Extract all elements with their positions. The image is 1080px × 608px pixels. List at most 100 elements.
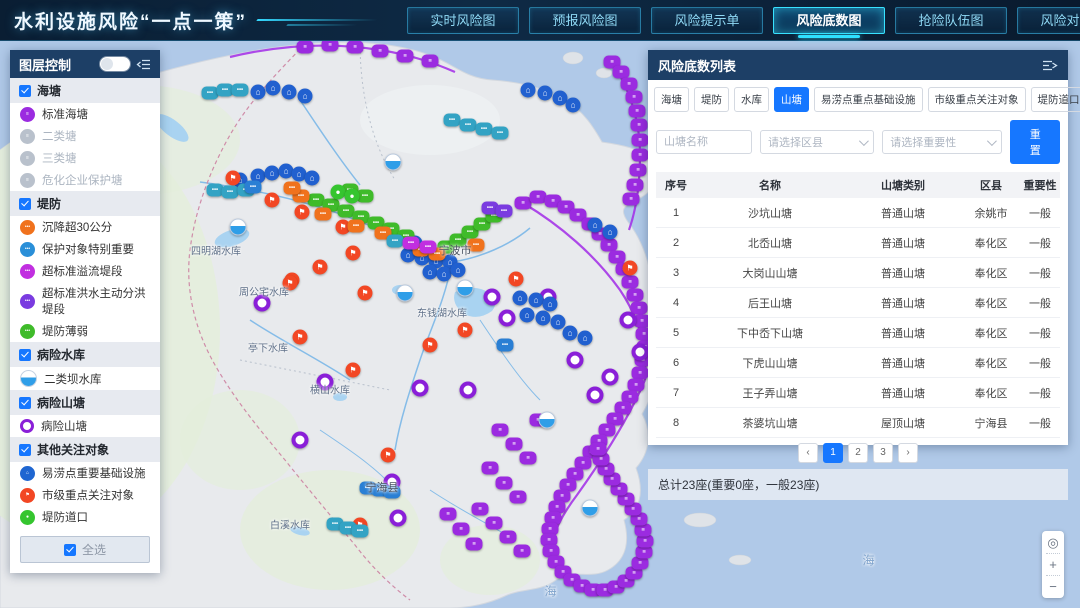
map-marker-ring[interactable]: [254, 295, 271, 312]
map-marker-sw[interactable]: ≡: [486, 517, 503, 530]
table-row[interactable]: 7 王子弄山塘 普通山塘 奉化区 一般: [656, 378, 1060, 408]
map-marker-sw[interactable]: ≡: [590, 443, 607, 456]
map-marker-ring[interactable]: [587, 387, 604, 404]
map-marker-sw[interactable]: ≡: [626, 91, 643, 104]
map-marker-lvb[interactable]: •••: [497, 339, 514, 352]
nav-button[interactable]: 风险底数图: [773, 7, 885, 34]
category-tab[interactable]: 市级重点关注对象: [928, 87, 1026, 112]
map-marker-fl[interactable]: ⌂: [266, 81, 281, 96]
map-marker-cf[interactable]: ⚑: [283, 276, 298, 291]
map-marker-lvo[interactable]: •••: [284, 182, 301, 195]
map-marker-cf[interactable]: ⚑: [226, 171, 241, 186]
map-marker-lvo[interactable]: •••: [315, 208, 332, 221]
checkbox-checked-icon[interactable]: [19, 349, 31, 361]
pond-name-input[interactable]: [656, 130, 752, 154]
layer-section-header[interactable]: 其他关注对象: [10, 437, 160, 462]
table-row[interactable]: 6 下虎山山塘 普通山塘 奉化区 一般: [656, 348, 1060, 378]
category-tab[interactable]: 易涝点重点基础设施: [814, 87, 923, 112]
map-marker-ring[interactable]: [620, 312, 637, 329]
category-tab[interactable]: 堤防道口: [1031, 87, 1080, 112]
map-marker-fl[interactable]: ⌂: [451, 263, 466, 278]
layer-item[interactable]: ••• 沉降超30公分: [10, 216, 160, 238]
map-marker-cf[interactable]: ⚑: [623, 261, 638, 276]
table-row[interactable]: 8 茶婆坑山塘 屋顶山塘 宁海县 一般: [656, 408, 1060, 438]
map-marker-sw[interactable]: ≡: [631, 119, 648, 132]
map-marker-sw[interactable]: ≡: [520, 452, 537, 465]
map-marker-ring[interactable]: [499, 310, 516, 327]
map-marker-lvp[interactable]: •••: [496, 205, 513, 218]
layer-item[interactable]: ⚑ 市级重点关注对象: [10, 484, 160, 506]
nav-button[interactable]: 风险提示单: [651, 7, 763, 34]
table-row[interactable]: 2 北岙山塘 普通山塘 奉化区 一般: [656, 228, 1060, 258]
map-marker-fl[interactable]: ⌂: [536, 311, 551, 326]
map-marker-ring[interactable]: [567, 352, 584, 369]
map-marker-fl[interactable]: ⌂: [529, 293, 544, 308]
map-marker-res[interactable]: [230, 219, 247, 236]
map-marker-fl[interactable]: ⌂: [305, 171, 320, 186]
map-marker-ring[interactable]: [412, 380, 429, 397]
map-marker-sw[interactable]: ≡: [622, 276, 639, 289]
map-marker-ring[interactable]: [390, 510, 407, 527]
map-marker-fl[interactable]: ⌂: [578, 331, 593, 346]
checkbox-checked-icon[interactable]: [19, 397, 31, 409]
map-marker-fl[interactable]: ⌂: [251, 85, 266, 100]
map-marker-sw[interactable]: ≡: [440, 508, 457, 521]
map-marker-ring[interactable]: [484, 289, 501, 306]
map-marker-sw[interactable]: ≡: [466, 538, 483, 551]
checkbox-checked-icon[interactable]: [19, 85, 31, 97]
map-marker-sw[interactable]: ≡: [629, 105, 646, 118]
map-marker-sw[interactable]: ≡: [492, 424, 509, 437]
layer-section-header[interactable]: 病险山塘: [10, 390, 160, 415]
map-marker-ring[interactable]: [317, 374, 334, 391]
layer-item[interactable]: ⌂ 易涝点重要基础设施: [10, 462, 160, 484]
map-marker-fl[interactable]: ⌂: [603, 225, 618, 240]
map-marker-cf[interactable]: ⚑: [313, 260, 328, 275]
page-next-button[interactable]: ›: [898, 443, 918, 463]
layer-item[interactable]: ••• 超标准溢流堤段: [10, 260, 160, 282]
layer-item[interactable]: 二类坝水库: [10, 367, 160, 390]
map-marker-sw[interactable]: ≡: [506, 438, 523, 451]
category-tab[interactable]: 山塘: [774, 87, 809, 112]
map-marker-sw[interactable]: ≡: [632, 134, 649, 147]
collapse-panel-right-icon[interactable]: [1042, 59, 1058, 72]
page-number-button[interactable]: 3: [873, 443, 893, 463]
layer-item[interactable]: ••• 堤防薄弱: [10, 320, 160, 342]
page-number-button[interactable]: 2: [848, 443, 868, 463]
map-marker-fl[interactable]: ⌂: [423, 265, 438, 280]
layer-item[interactable]: ••• 超标准洪水主动分洪堤段: [10, 282, 160, 320]
layer-item[interactable]: ≡ 危化企业保护塘: [10, 169, 160, 191]
nav-button[interactable]: 预报风险图: [529, 7, 641, 34]
nav-button[interactable]: 抢险队伍图: [895, 7, 1007, 34]
checkbox-checked-icon[interactable]: [19, 444, 31, 456]
map-marker-res[interactable]: [539, 412, 556, 429]
layer-item[interactable]: ≡ 三类塘: [10, 147, 160, 169]
map-marker-res[interactable]: [457, 280, 474, 297]
map-marker-lvt[interactable]: •••: [492, 127, 509, 140]
map-marker-sw[interactable]: ≡: [514, 545, 531, 558]
layer-item[interactable]: 病险山塘: [10, 415, 160, 437]
layer-item[interactable]: ≡ 二类塘: [10, 125, 160, 147]
layer-section-header[interactable]: 病险水库: [10, 342, 160, 367]
map-marker-sw[interactable]: ≡: [627, 289, 644, 302]
select-all-button[interactable]: 全选: [20, 536, 150, 563]
map-marker-res[interactable]: [385, 154, 402, 171]
map-marker-lvb[interactable]: •••: [384, 486, 401, 499]
map-marker-fl[interactable]: ⌂: [298, 89, 313, 104]
map-marker-lvt[interactable]: •••: [232, 84, 249, 97]
map-marker-sw[interactable]: ≡: [297, 41, 314, 54]
map-marker-fl[interactable]: ⌂: [521, 83, 536, 98]
map-marker-lvt[interactable]: •••: [444, 114, 461, 127]
map-marker-ring[interactable]: [460, 382, 477, 399]
map-marker-sw[interactable]: ≡: [621, 78, 638, 91]
map-marker-sw[interactable]: ≡: [627, 179, 644, 192]
map-marker-cf[interactable]: ⚑: [346, 246, 361, 261]
map-marker-lvt[interactable]: •••: [476, 123, 493, 136]
layer-section-header[interactable]: 海塘: [10, 78, 160, 103]
map-marker-fl[interactable]: ⌂: [520, 308, 535, 323]
map-marker-cf[interactable]: ⚑: [423, 338, 438, 353]
map-marker-gate[interactable]: ●: [345, 189, 360, 204]
map-marker-fl[interactable]: ⌂: [543, 297, 558, 312]
map-marker-res[interactable]: [582, 500, 599, 517]
map-marker-fl[interactable]: ⌂: [538, 86, 553, 101]
map-marker-cf[interactable]: ⚑: [381, 448, 396, 463]
